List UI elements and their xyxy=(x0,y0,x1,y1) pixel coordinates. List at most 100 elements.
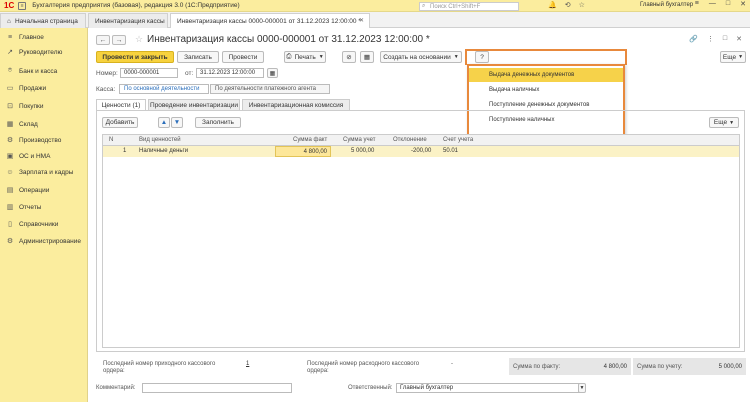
post-and-close-button[interactable]: Провести и закрыть xyxy=(96,51,174,63)
account-total: Сумма по учету: 5 000,00 xyxy=(633,358,746,375)
expand-icon[interactable]: □ xyxy=(723,35,727,43)
bell-icon[interactable]: 🔔 xyxy=(548,1,557,9)
maximize-icon[interactable]: □ xyxy=(726,0,730,8)
number-field[interactable]: 0000-000001 xyxy=(120,68,178,78)
sidebar-item-purchases[interactable]: ⊡ Покупки xyxy=(0,99,88,113)
link-icon[interactable]: 🔗 xyxy=(689,35,698,43)
operations-icon: ▤ xyxy=(6,187,14,194)
more-button[interactable]: Еще ▼ xyxy=(720,51,746,63)
col-n: N xyxy=(109,137,114,143)
close-form-icon[interactable]: ✕ xyxy=(736,35,742,43)
sidebar-item-operations[interactable]: ▤ Операции xyxy=(0,183,88,197)
chevron-down-icon: ▼ xyxy=(318,54,324,60)
sidebar-item-label: Производство xyxy=(19,136,62,144)
sidebar-item-label: Администрирование xyxy=(19,237,81,245)
last-income-order-value[interactable]: 1 xyxy=(246,361,249,368)
col-fact: Сумма факт xyxy=(293,137,328,143)
sidebar-item-references[interactable]: ▯ Справочники xyxy=(0,217,88,231)
sidebar-item-label: Справочники xyxy=(19,220,59,228)
fact-total-value: 4 800,00 xyxy=(603,363,627,370)
sidebar-item-label: Покупки xyxy=(19,102,44,110)
current-user[interactable]: Главный бухгалтер xyxy=(640,2,693,8)
menu-item-cash-issue[interactable]: Выдача наличных xyxy=(469,83,623,97)
cell-fact[interactable]: 4 800,00 xyxy=(275,146,331,157)
forward-button[interactable]: → xyxy=(112,35,126,45)
close-tab-icon[interactable]: ✕ xyxy=(359,17,364,24)
create-based-label: Создать на основании xyxy=(383,53,451,61)
chart-icon: ↗ xyxy=(7,49,13,56)
col-diff: Отклонение xyxy=(393,137,427,143)
move-up-button[interactable]: ▲ xyxy=(158,117,170,128)
responsible-field[interactable]: Главный бухгалтер xyxy=(396,383,584,393)
settings-icon[interactable]: ≡ xyxy=(695,0,699,8)
bank-icon: ⌾ xyxy=(7,67,13,74)
search-icon: ⌕ xyxy=(422,3,426,9)
sidebar-item-sales[interactable]: ▭ Продажи xyxy=(0,81,88,95)
add-button[interactable]: Добавить xyxy=(102,117,138,128)
sidebar-item-label: Главное xyxy=(19,33,44,41)
attach-button[interactable]: ⊘ xyxy=(342,51,356,63)
structure-icon: ▦ xyxy=(363,54,371,61)
people-icon: ☺ xyxy=(6,168,14,176)
tab-cash-inventory-list[interactable]: Инвентаризация кассы xyxy=(88,13,168,28)
comment-label: Комментарий: xyxy=(96,385,136,391)
cell-n: 1 xyxy=(123,148,127,154)
account-total-label: Сумма по учету: xyxy=(637,363,683,370)
app-title: Бухгалтерия предприятия (базовая), редак… xyxy=(32,2,240,9)
number-label: Номер: xyxy=(96,70,118,77)
sidebar-item-assets[interactable]: ▣ ОС и НМА xyxy=(0,149,88,163)
fact-total: Сумма по факту: 4 800,00 xyxy=(509,358,631,375)
create-based-on-button[interactable]: Создать на основании ▼ xyxy=(380,51,462,63)
sales-icon: ▭ xyxy=(6,85,14,92)
values-table: N Вид ценностей Сумма факт Сумма учет От… xyxy=(102,134,740,348)
comment-field[interactable] xyxy=(142,383,292,393)
cash-option-agent[interactable]: По деятельности платежного агента xyxy=(210,84,330,94)
col-account: Счет учета xyxy=(443,137,474,143)
titlebar-icons: 🔔 ⟲ ☆ xyxy=(548,1,585,9)
cash-option-main[interactable]: По основной деятельности xyxy=(119,84,209,94)
save-button[interactable]: Записать xyxy=(177,51,219,63)
minimize-icon[interactable]: — xyxy=(709,0,716,8)
close-icon[interactable]: ✕ xyxy=(740,0,746,8)
post-button[interactable]: Провести xyxy=(222,51,264,63)
more-vertical-icon[interactable]: ⋮ xyxy=(707,35,714,43)
tab-home[interactable]: ⌂ Начальная страница xyxy=(0,13,86,28)
structure-button[interactable]: ▦ xyxy=(360,51,374,63)
cash-label: Касса: xyxy=(96,86,116,93)
back-button[interactable]: ← xyxy=(96,35,110,45)
sidebar-item-reports[interactable]: ▥ Отчеты xyxy=(0,200,88,214)
menu-item-cash-docs-issue[interactable]: Выдача денежных документов xyxy=(469,68,623,82)
chevron-down-icon: ▼ xyxy=(453,54,459,60)
sidebar-item-label: Склад xyxy=(19,120,38,128)
sidebar-item-payroll[interactable]: ☺ Зарплата и кадры xyxy=(0,165,88,179)
col-kind: Вид ценностей xyxy=(139,137,181,143)
sidebar-item-admin[interactable]: ⚙ Администрирование xyxy=(0,234,88,248)
tab-label: Начальная страница xyxy=(14,17,78,25)
move-down-button[interactable]: ▼ xyxy=(171,117,183,128)
table-row[interactable]: 1 Наличные деньги 4 800,00 5 000,00 -200… xyxy=(103,146,739,157)
responsible-dropdown-button[interactable]: ▼ xyxy=(578,383,586,393)
assets-icon: ▣ xyxy=(6,153,14,160)
menu-icon[interactable]: ≡ xyxy=(18,1,27,10)
print-button[interactable]: ⎙ Печать ▼ xyxy=(284,51,326,63)
values-panel: Добавить ▲ ▼ Заполнить Еще ▼ N Вид ценно… xyxy=(96,110,745,352)
table-more-button[interactable]: Еще ▼ xyxy=(709,117,739,128)
tab-cash-inventory-doc[interactable]: Инвентаризация кассы 0000-000001 от 31.1… xyxy=(170,13,370,28)
search-input[interactable]: ⌕ Поиск Ctrl+Shift+F xyxy=(419,2,519,11)
sidebar-item-manager[interactable]: ↗ Руководителю xyxy=(0,45,88,59)
calendar-button[interactable]: ▦ xyxy=(267,68,278,78)
star-icon[interactable]: ☆ xyxy=(579,1,585,9)
sidebar-item-warehouse[interactable]: ▦ Склад xyxy=(0,117,88,131)
sidebar-item-label: Руководителю xyxy=(19,48,63,56)
fill-button[interactable]: Заполнить xyxy=(195,117,241,128)
history-icon[interactable]: ⟲ xyxy=(565,1,571,9)
sidebar-item-main[interactable]: ≡ Главное xyxy=(0,30,88,44)
last-income-order-label: Последний номер приходного кассового орд… xyxy=(103,361,216,374)
date-field[interactable]: 31.12.2023 12:00:00 xyxy=(196,68,264,78)
sidebar-item-production[interactable]: ⚙ Производство xyxy=(0,133,88,147)
favorite-star-icon[interactable]: ☆ xyxy=(135,34,143,45)
arrow-up-icon: ▲ xyxy=(160,119,168,126)
print-label: Печать xyxy=(294,53,316,61)
nav-arrows: ← → xyxy=(96,35,126,45)
sidebar-item-bank[interactable]: ⌾ Банк и касса xyxy=(0,64,88,78)
